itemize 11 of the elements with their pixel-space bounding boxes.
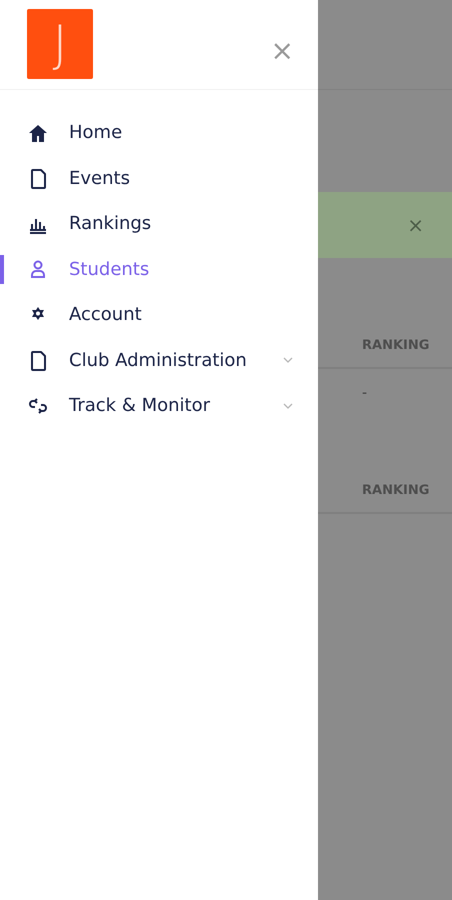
menu-item[interactable]: Club Administration	[0, 338, 318, 383]
menu-item[interactable]: Events	[0, 156, 318, 201]
menu-item[interactable]: Rankings	[0, 201, 318, 246]
column-header: RANKING	[362, 336, 430, 354]
active-indicator	[0, 254, 4, 284]
column-header: RANKING	[362, 482, 430, 500]
menu-item[interactable]: Track & Monitor	[0, 383, 318, 428]
menu-item[interactable]: Account	[0, 292, 318, 338]
menu-item[interactable]: Home	[0, 110, 318, 156]
table-cell: -	[362, 385, 368, 401]
menu-item[interactable]: Students	[0, 246, 318, 292]
